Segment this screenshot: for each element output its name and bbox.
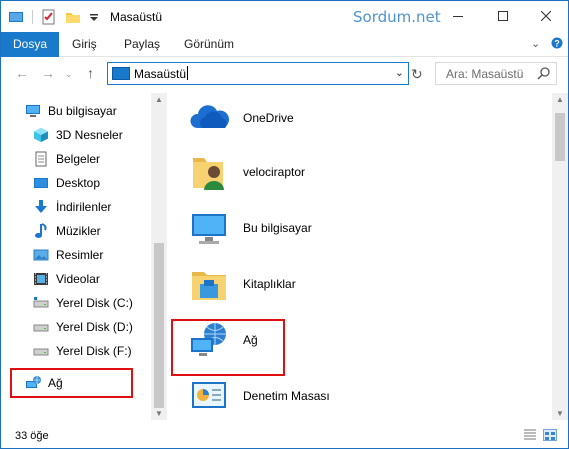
nav-item-yerel-disk-f[interactable]: Yerel Disk (F:) [33,340,132,362]
refresh-icon[interactable]: ↻ [411,66,423,83]
nav-item-videolar[interactable]: Videolar [33,268,100,290]
nav-item-resimler[interactable]: Resimler [33,244,103,266]
minimize-button[interactable] [436,1,480,31]
file-item-denetim-masasi[interactable]: Denetim Masası [189,369,330,423]
nav-item-indirilenler[interactable]: İndirilenler [33,196,111,218]
nav-item-muzikler[interactable]: Müzikler [33,220,101,242]
file-list-scrollbar[interactable]: ▲ ▼ [552,93,568,420]
nav-item-label: Videolar [56,272,100,286]
explorer-window: Masaüstü Sordum.net Dosya Giriş Paylaş G… [0,0,569,449]
pc-icon [25,103,41,119]
address-dropdown-icon[interactable]: ⌄ [395,66,404,79]
nav-item-label: Yerel Disk (C:) [56,296,133,310]
item-count: 33 öğe [15,430,49,442]
music-icon [33,223,49,239]
file-item-velociraptor[interactable]: velociraptor [189,145,305,199]
nav-item-label: Resimler [56,248,104,262]
customize-dropdown-icon[interactable] [89,9,99,25]
file-item-bu-bilgisayar[interactable]: Bu bilgisayar [189,201,312,255]
desktop-icon [33,175,49,191]
scroll-up-icon[interactable]: ▲ [552,95,568,104]
tab-dosya[interactable]: Dosya [1,32,60,57]
nav-item-belgeler[interactable]: Belgeler [33,148,100,170]
search-placeholder: Ara: Masaüstü [446,67,524,81]
watermark: Sordum.net [353,8,441,26]
navigation-scrollbar[interactable]: ▲ ▼ [151,93,167,420]
highlight-box-content-ag [171,319,285,376]
window-app-icon[interactable] [8,9,24,25]
file-item-kitapliklar[interactable]: Kitaplıklar [189,257,296,311]
scroll-down-icon[interactable]: ▼ [151,409,167,418]
new-folder-icon[interactable] [65,9,81,25]
desktop-location-icon [112,67,130,80]
address-path[interactable]: Masaüstü [134,66,188,81]
title-bar: Masaüstü Sordum.net [1,1,568,32]
file-item-onedrive[interactable]: OneDrive [189,91,294,145]
expand-ribbon-icon[interactable]: ⌄ [531,37,540,50]
address-bar[interactable]: Masaüstü ⌄ [107,62,409,85]
system-drive-icon [33,295,49,311]
drive-icon [33,343,49,359]
nav-item-label: Bu bilgisayar [48,104,117,118]
nav-item-yerel-disk-c[interactable]: Yerel Disk (C:) [33,292,133,314]
nav-item-label: Müzikler [56,224,101,238]
nav-item-yerel-disk-d[interactable]: Yerel Disk (D:) [33,316,133,338]
tab-paylas[interactable]: Paylaş [124,32,160,57]
quick-access-toolbar [8,8,107,26]
svg-text:?: ? [554,39,560,49]
nav-item-3d-nesneler[interactable]: 3D Nesneler [33,124,123,146]
control-panel-icon [189,376,229,416]
nav-item-desktop[interactable]: Desktop [33,172,100,194]
document-icon [33,151,49,167]
details-view-icon[interactable] [523,429,537,441]
recent-locations-icon[interactable]: ⌄ [65,69,73,80]
search-icon[interactable] [537,66,551,80]
file-item-label: velociraptor [243,165,306,179]
nav-item-label: Belgeler [56,152,101,166]
pc-icon [189,208,229,248]
close-button[interactable] [524,1,568,31]
file-item-label: Denetim Masası [243,389,330,403]
libraries-icon [189,264,229,304]
video-icon [33,271,49,287]
nav-item-label: Yerel Disk (D:) [56,320,133,334]
properties-icon[interactable] [41,9,57,25]
user-folder-icon [189,152,229,192]
file-item-label: OneDrive [243,111,294,125]
pictures-icon [33,247,49,263]
scrollbar-thumb[interactable] [154,243,164,408]
download-icon [33,199,49,215]
scrollbar-thumb[interactable] [555,113,565,161]
file-item-label: Kitaplıklar [243,277,296,291]
drive-icon [33,319,49,335]
file-item-label: Bu bilgisayar [243,221,312,235]
back-arrow-icon[interactable]: ← [15,65,29,81]
help-icon[interactable]: ? [551,37,563,52]
window-title: Masaüstü [110,10,163,24]
separator [32,10,33,24]
tab-giris[interactable]: Giriş [72,32,97,57]
maximize-button[interactable] [481,1,525,31]
tab-gorunum[interactable]: Görünüm [184,32,234,57]
status-bar: 33 öğe [1,423,568,448]
nav-item-label: İndirilenler [56,200,112,214]
cloud-icon [189,98,230,138]
ribbon-tabs: Dosya Giriş Paylaş Görünüm ⌄ ? [1,32,568,57]
nav-item-label: 3D Nesneler [56,128,123,142]
cube-icon [33,127,49,143]
highlight-box-nav-ag [10,368,133,398]
search-box[interactable]: Ara: Masaüstü [435,62,557,85]
nav-item-bu-bilgisayar[interactable]: Bu bilgisayar [25,100,117,122]
up-arrow-icon[interactable]: ↑ [87,65,94,81]
large-icons-view-icon[interactable] [543,429,557,441]
nav-item-label: Desktop [56,176,101,190]
nav-item-label: Yerel Disk (F:) [56,344,132,358]
address-row: ← → ⌄ ↑ Masaüstü ⌄ ↻ Ara: Masaüstü [1,58,568,91]
scroll-up-icon[interactable]: ▲ [151,95,167,104]
scroll-down-icon[interactable]: ▼ [552,409,568,418]
forward-arrow-icon[interactable]: → [41,65,55,81]
